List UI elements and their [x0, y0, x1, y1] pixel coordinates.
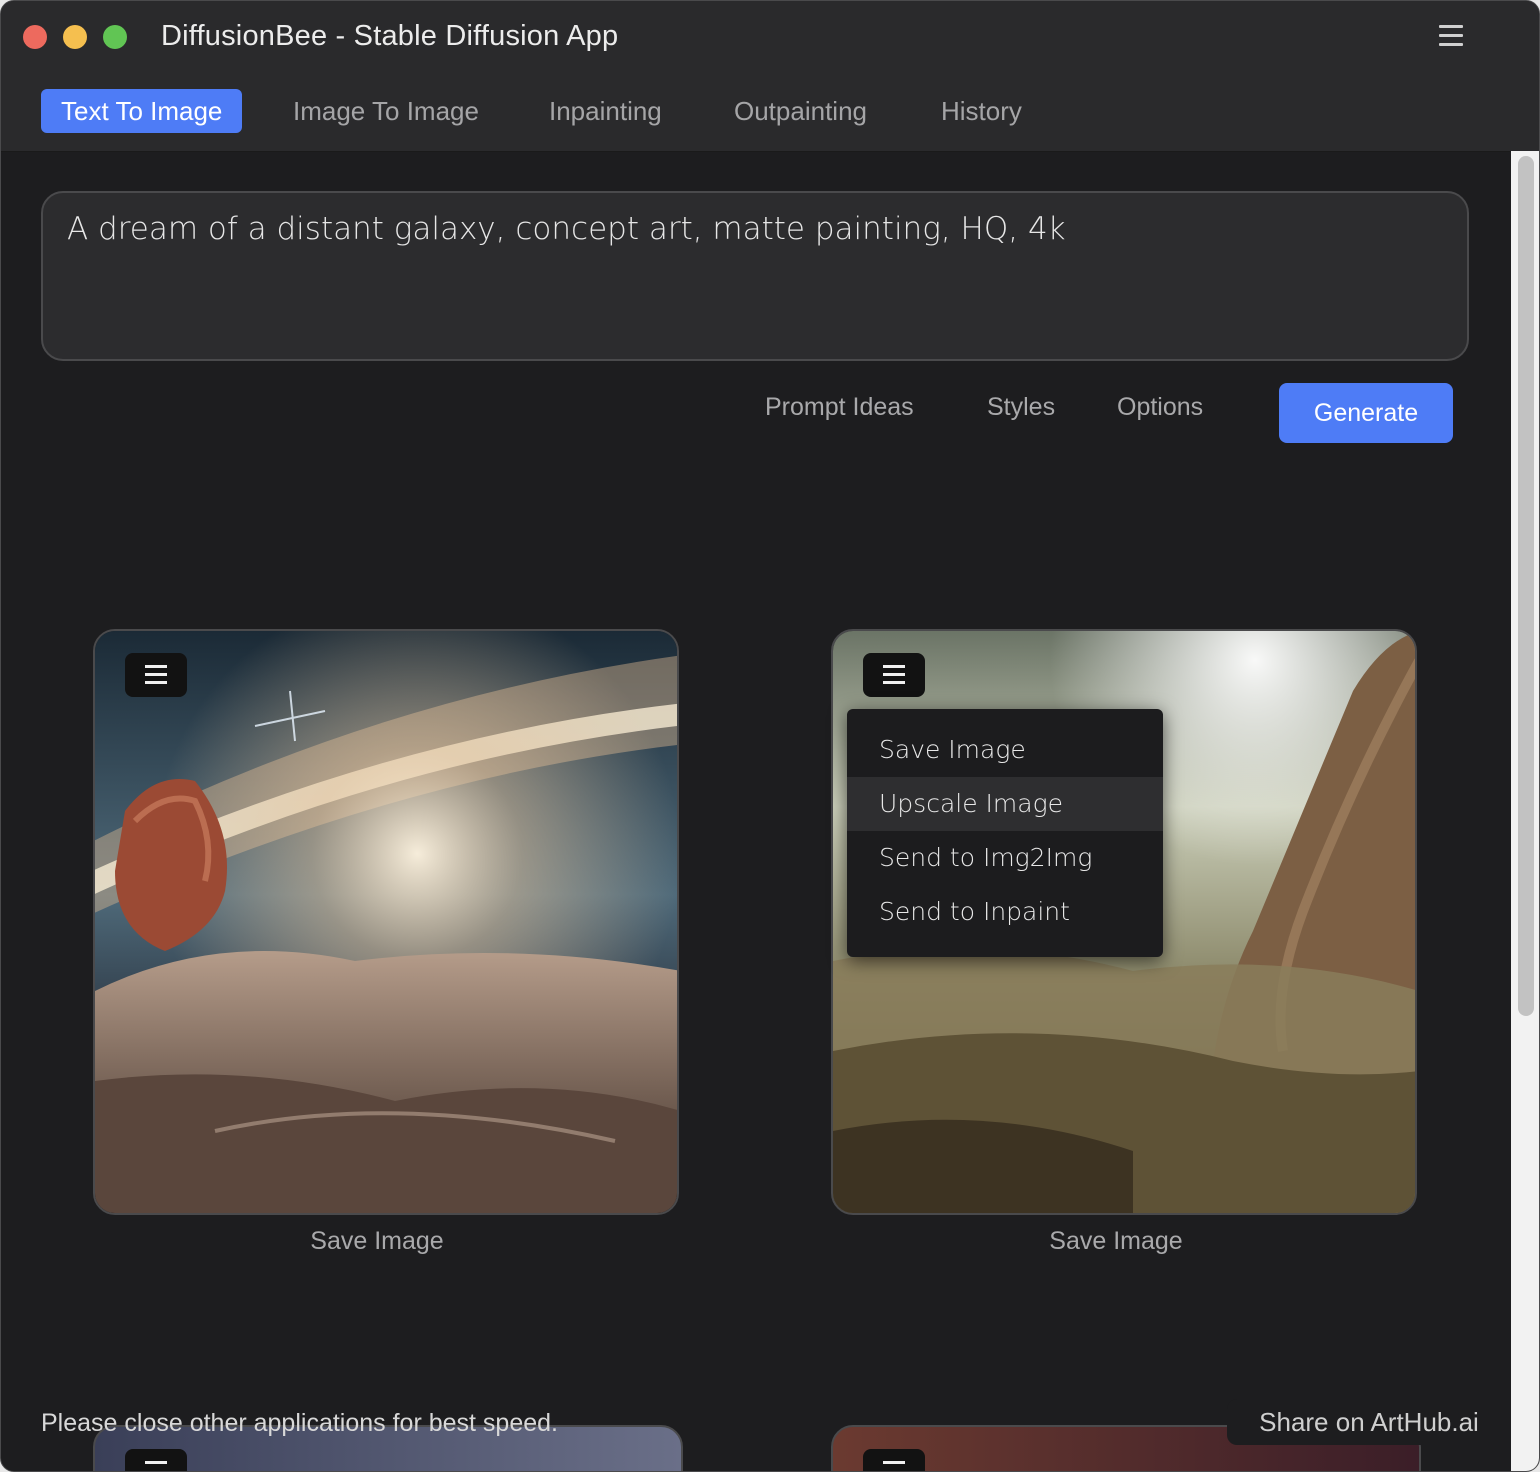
image-3-menu-icon[interactable] [125, 1449, 187, 1471]
menu-item-send-to-img2img[interactable]: Send to Img2Img [847, 831, 1163, 885]
hamburger-menu-icon[interactable] [1439, 25, 1463, 47]
close-window-button[interactable] [23, 25, 47, 49]
image-2-menu-icon[interactable] [863, 653, 925, 697]
tab-bar: Text To Image Image To Image Inpainting … [1, 71, 1539, 152]
prompt-input[interactable]: A dream of a distant galaxy, concept art… [41, 191, 1469, 361]
tab-image-to-image[interactable]: Image To Image [273, 89, 499, 133]
options-button[interactable]: Options [1117, 393, 1203, 422]
tab-history[interactable]: History [921, 89, 1042, 133]
tab-text-to-image[interactable]: Text To Image [41, 89, 243, 133]
image-context-menu: Save Image Upscale Image Send to Img2Img… [847, 709, 1163, 957]
window-title: DiffusionBee - Stable Diffusion App [161, 20, 619, 52]
speed-note: Please close other applications for best… [41, 1409, 558, 1437]
generated-image-1[interactable] [93, 629, 679, 1215]
styles-button[interactable]: Styles [987, 393, 1055, 422]
menu-item-send-to-inpaint[interactable]: Send to Inpaint [847, 885, 1163, 939]
zoom-window-button[interactable] [103, 25, 127, 49]
image-4-menu-icon[interactable] [863, 1449, 925, 1471]
image-1-menu-icon[interactable] [125, 653, 187, 697]
menu-item-save-image[interactable]: Save Image [847, 723, 1163, 777]
minimize-window-button[interactable] [63, 25, 87, 49]
app-window: DiffusionBee - Stable Diffusion App Text… [0, 0, 1540, 1472]
menu-item-upscale-image[interactable]: Upscale Image [847, 777, 1163, 831]
share-arthub-button[interactable]: Share on ArtHub.ai [1227, 1399, 1511, 1445]
save-image-2-button[interactable]: Save Image [966, 1227, 1266, 1256]
galaxy-landscape-image [95, 631, 677, 1213]
title-bar: DiffusionBee - Stable Diffusion App [1, 1, 1539, 72]
tab-inpainting[interactable]: Inpainting [529, 89, 682, 133]
tab-outpainting[interactable]: Outpainting [714, 89, 887, 133]
scrollbar-thumb[interactable] [1518, 156, 1534, 1016]
save-image-1-button[interactable]: Save Image [227, 1227, 527, 1256]
generate-button[interactable]: Generate [1279, 383, 1453, 443]
prompt-ideas-button[interactable]: Prompt Ideas [765, 393, 914, 422]
